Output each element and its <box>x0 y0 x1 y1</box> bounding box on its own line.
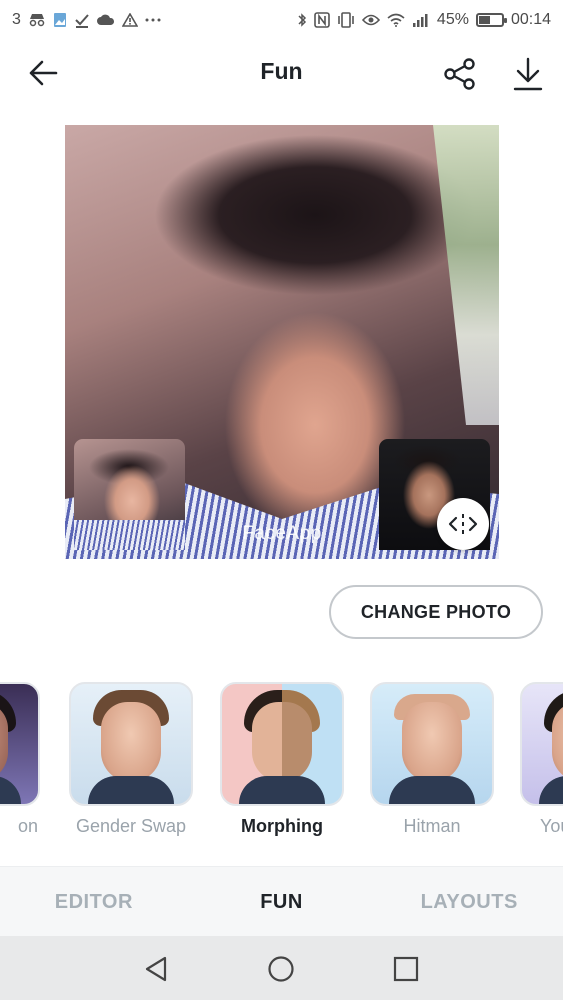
tab-fun[interactable]: FUN <box>188 891 376 914</box>
nfc-icon <box>314 12 330 28</box>
filter-item-gender-swap[interactable]: Gender Swap <box>67 682 195 837</box>
status-right: 45% 00:14 <box>297 11 551 29</box>
filter-thumbnail <box>0 682 40 806</box>
faceapp-watermark: FaceApp <box>242 523 322 544</box>
filter-item-partial-left[interactable]: on <box>0 682 42 837</box>
filter-thumbnail <box>220 682 344 806</box>
download-button[interactable] <box>508 54 548 94</box>
filter-thumbnail <box>520 682 563 806</box>
nav-home-button[interactable] <box>264 952 298 986</box>
warning-icon <box>121 13 138 27</box>
filter-thumbnail <box>69 682 193 806</box>
tab-editor[interactable]: EDITOR <box>0 891 188 914</box>
filter-item-partial-right[interactable]: You <box>518 682 563 837</box>
change-photo-button[interactable]: CHANGE PHOTO <box>329 585 543 639</box>
nav-back-icon <box>145 956 167 982</box>
nav-back-button[interactable] <box>139 952 173 986</box>
filter-label: Hitman <box>403 816 461 836</box>
photo-window-background <box>433 125 499 425</box>
nav-recents-icon <box>393 956 419 982</box>
status-bar: 3 45% 00:14 <box>0 0 563 40</box>
filter-label: on <box>17 816 38 836</box>
bluetooth-icon <box>297 12 307 28</box>
cloud-icon <box>96 13 115 27</box>
signal-icon <box>412 13 430 27</box>
compare-handle-button[interactable] <box>437 498 489 550</box>
app-bar: Fun <box>0 40 563 106</box>
battery-percent: 45% <box>436 11 469 28</box>
result-photo: FaceApp <box>65 125 499 559</box>
eye-icon <box>361 14 380 26</box>
filter-label: Gender Swap <box>75 816 187 836</box>
wifi-icon <box>387 13 405 27</box>
photo-icon <box>53 12 67 28</box>
filter-carousel[interactable]: on Gender Swap Morphing Hitman You <box>0 682 563 852</box>
battery-icon <box>475 13 507 27</box>
download-icon <box>513 57 543 91</box>
nav-recents-button[interactable] <box>389 952 423 986</box>
notification-count: 3 <box>12 11 21 28</box>
filter-item-morphing[interactable]: Morphing <box>218 682 346 837</box>
compare-handle-icon <box>448 514 478 534</box>
clock: 00:14 <box>510 11 551 28</box>
filter-thumbnail <box>370 682 494 806</box>
bottom-tab-bar: EDITOR FUN LAYOUTS <box>0 866 563 937</box>
incognito-icon <box>28 13 46 27</box>
filter-label: Morphing <box>241 816 323 836</box>
status-left: 3 <box>12 11 161 29</box>
system-nav-bar <box>0 936 563 1000</box>
more-icon <box>145 18 161 22</box>
filter-item-hitman[interactable]: Hitman <box>368 682 496 837</box>
nav-home-icon <box>268 956 294 982</box>
vibrate-icon <box>337 12 355 28</box>
tab-layouts[interactable]: LAYOUTS <box>375 891 563 914</box>
filter-label: You <box>540 816 563 836</box>
share-button[interactable] <box>440 54 480 94</box>
check-download-icon <box>74 12 90 28</box>
share-icon <box>444 58 475 90</box>
